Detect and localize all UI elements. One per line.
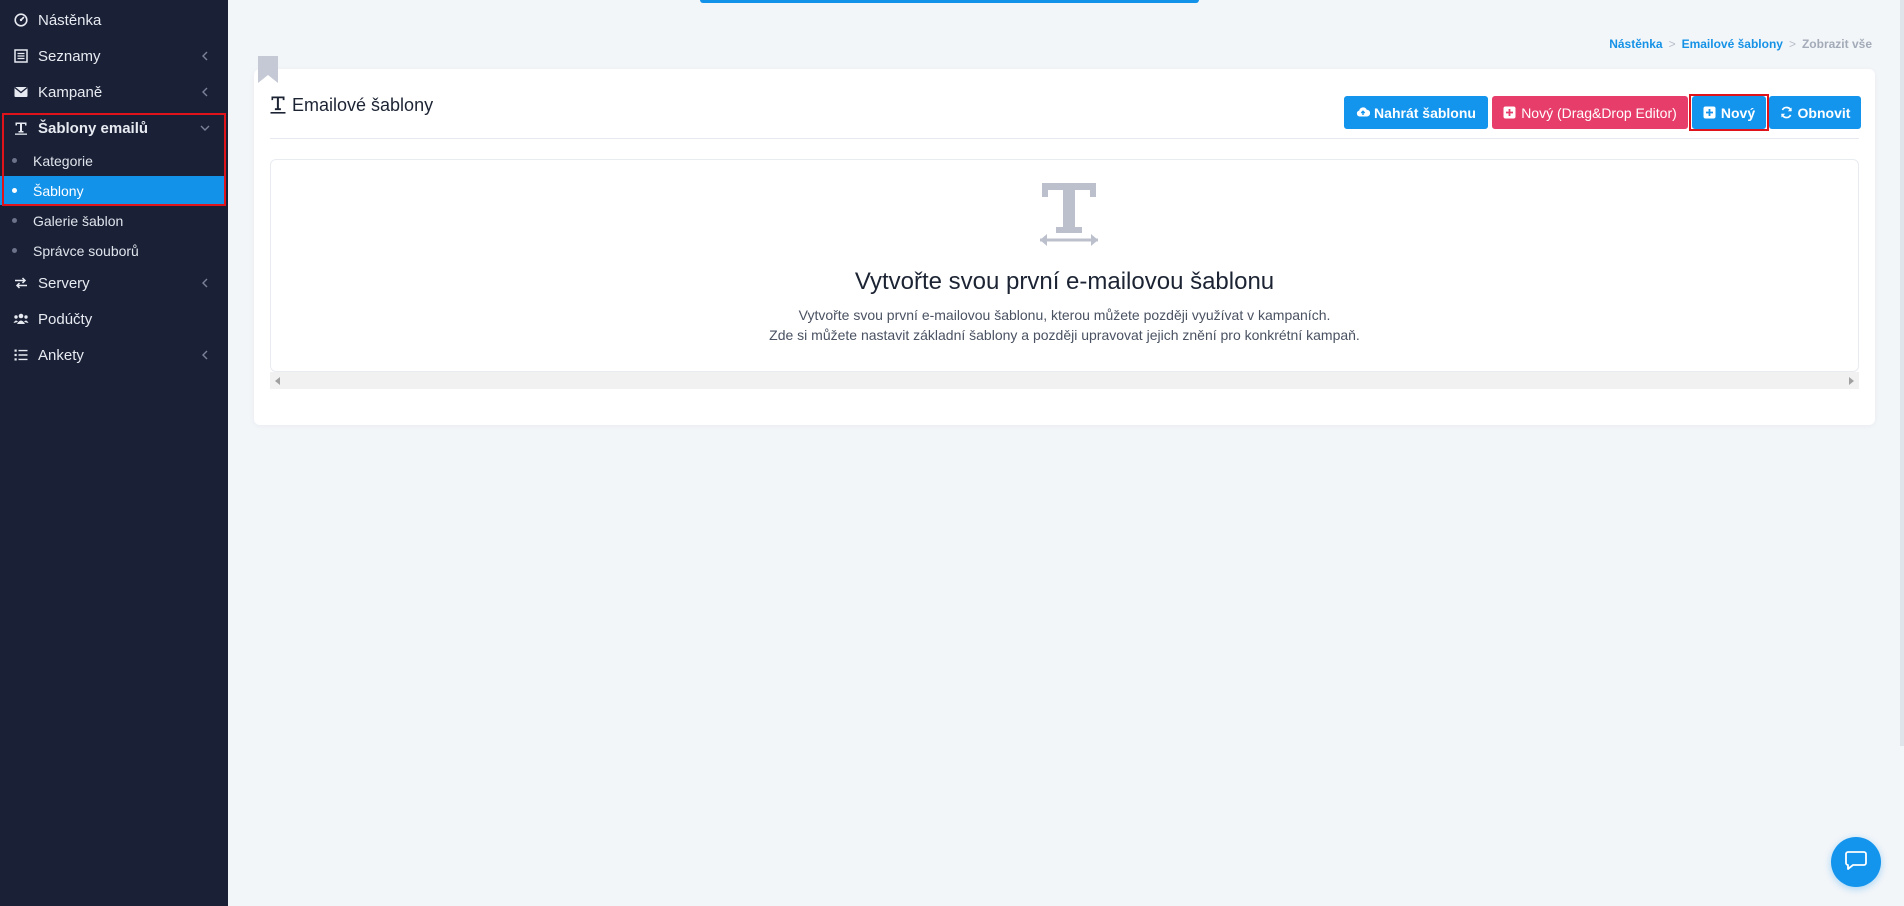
sidebar-subitem-label: Šablony <box>33 182 84 199</box>
sidebar-item-servers[interactable]: Servery <box>0 268 228 298</box>
cloud-upload-icon <box>1356 106 1371 120</box>
sidebar-subitem-file-manager[interactable]: Správce souborů <box>0 236 224 265</box>
plus-square-icon <box>1703 106 1717 120</box>
templates-card: Emailové šablony Nahrát šablonu Nový (Dr… <box>254 69 1875 425</box>
refresh-label: Obnovit <box>1797 104 1851 121</box>
chevron-left-icon <box>199 349 211 361</box>
page-title-text: Emailové šablony <box>292 94 434 115</box>
envelope-icon <box>13 84 29 100</box>
breadcrumb: Nástěnka > Emailové šablony > Zobrazit v… <box>1609 37 1872 51</box>
sidebar-item-subaccounts[interactable]: Podúčty <box>0 304 228 334</box>
new-dnd-template-label: Nový (Drag&Drop Editor) <box>1521 104 1677 121</box>
refresh-button[interactable]: Obnovit <box>1769 96 1861 129</box>
sidebar-item-polls[interactable]: Ankety <box>0 340 228 370</box>
users-icon <box>13 311 29 327</box>
poll-list-icon <box>13 347 29 363</box>
breadcrumb-separator: > <box>1668 37 1676 51</box>
card-divider <box>270 138 1859 139</box>
scroll-left-icon[interactable] <box>275 377 280 385</box>
list-icon <box>13 48 29 64</box>
horizontal-scrollbar[interactable] <box>270 372 1859 389</box>
chevron-left-icon <box>199 277 211 289</box>
breadcrumb-current: Zobrazit vše <box>1801 37 1872 51</box>
plus-square-icon <box>1503 106 1517 120</box>
bookmark-icon <box>258 56 278 83</box>
page-scrollbar[interactable] <box>1900 0 1904 746</box>
breadcrumb-section-link[interactable]: Emailové šablony <box>1682 37 1783 51</box>
breadcrumb-separator: > <box>1788 37 1796 51</box>
dashboard-icon <box>13 12 29 28</box>
empty-state-line: Vytvořte svou první e-mailovou šablonu, … <box>798 307 1331 323</box>
sidebar-subitem-categories[interactable]: Kategorie <box>0 146 224 175</box>
text-template-icon <box>270 95 286 115</box>
bullet-icon <box>12 248 17 253</box>
scroll-right-icon[interactable] <box>1849 377 1854 385</box>
sidebar-item-label: Podúčty <box>38 310 93 328</box>
bullet-icon <box>12 218 17 223</box>
empty-state-description: Vytvořte svou první e-mailovou šablonu, … <box>271 305 1858 345</box>
sidebar-item-dashboard[interactable]: Nástěnka <box>0 5 228 35</box>
sidebar-subitem-template-gallery[interactable]: Galerie šablon <box>0 206 224 235</box>
breadcrumb-home-link[interactable]: Nástěnka <box>1609 37 1662 51</box>
chat-button[interactable] <box>1831 837 1881 887</box>
chevron-down-icon <box>199 122 211 134</box>
sidebar-item-email-templates[interactable]: Šablony emailů <box>0 113 228 143</box>
bullet-icon <box>12 188 17 193</box>
chat-icon <box>1845 850 1867 875</box>
sidebar: Nástěnka Seznamy Kampaně Šablony emailů … <box>0 0 228 906</box>
sidebar-subitem-label: Galerie šablon <box>33 212 124 229</box>
empty-state-title: Vytvořte svou první e-mailovou šablonu <box>854 268 1275 295</box>
upload-template-label: Nahrát šablonu <box>1374 104 1476 121</box>
chevron-left-icon <box>199 50 211 62</box>
new-template-label: Nový <box>1720 104 1756 121</box>
bullet-icon <box>12 158 17 163</box>
exchange-icon <box>13 275 29 291</box>
page-title: Emailové šablony <box>270 93 433 117</box>
text-width-icon <box>1038 181 1100 247</box>
empty-state-line: Zde si můžete nastavit základní šablony … <box>769 327 1360 343</box>
upload-template-button[interactable]: Nahrát šablonu <box>1344 96 1488 129</box>
sidebar-subitem-label: Správce souborů <box>33 242 139 259</box>
sidebar-item-lists[interactable]: Seznamy <box>0 41 228 71</box>
sidebar-subitem-label: Kategorie <box>33 152 93 169</box>
sidebar-subitem-templates[interactable]: Šablony <box>0 176 224 205</box>
text-template-icon <box>13 120 29 136</box>
sidebar-item-campaigns[interactable]: Kampaně <box>0 77 228 107</box>
new-template-button[interactable]: Nový <box>1692 96 1766 129</box>
new-dnd-template-button[interactable]: Nový (Drag&Drop Editor) <box>1492 96 1688 129</box>
top-accent-bar <box>700 0 1199 3</box>
empty-state: Vytvořte svou první e-mailovou šablonu V… <box>270 159 1859 372</box>
sidebar-item-label: Nástěnka <box>38 11 102 29</box>
refresh-icon <box>1780 106 1794 120</box>
chevron-left-icon <box>199 86 211 98</box>
